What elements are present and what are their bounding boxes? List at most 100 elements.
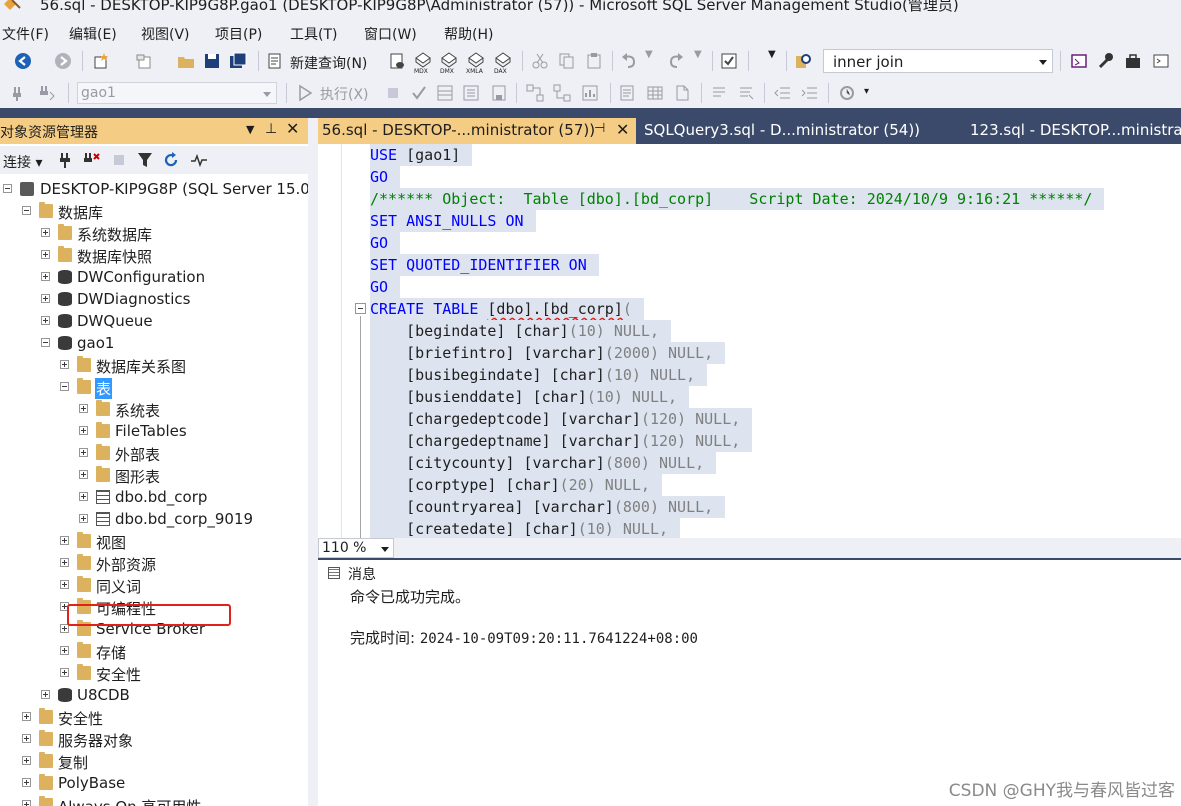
expand-icon[interactable]: [41, 272, 50, 281]
tree-node-system-tables[interactable]: 系统表: [0, 398, 308, 420]
outline-collapse-icon[interactable]: [355, 303, 366, 314]
search-combo[interactable]: inner join: [823, 49, 1053, 73]
filter-icon[interactable]: [136, 151, 154, 169]
tree-node-dwdiagnostics[interactable]: DWDiagnostics: [0, 288, 308, 310]
execute-play-icon[interactable]: [296, 84, 314, 102]
toolbar-overflow-icon[interactable]: ▾: [864, 86, 869, 97]
stop-icon[interactable]: [110, 151, 128, 169]
new-query-icon[interactable]: [266, 52, 284, 70]
uncomment-icon[interactable]: [737, 84, 755, 102]
parse-checkmark-icon[interactable]: [410, 84, 428, 102]
results-to-text-icon[interactable]: [618, 84, 636, 102]
expand-icon[interactable]: [22, 800, 31, 806]
solution-explorer-icon[interactable]: [1070, 52, 1088, 70]
tree-node-external-tables[interactable]: 外部表: [0, 442, 308, 464]
expand-icon[interactable]: [79, 448, 88, 457]
change-connection-icon[interactable]: [38, 84, 56, 102]
new-query-button[interactable]: 新建查询(N): [290, 53, 367, 73]
expand-icon[interactable]: [60, 668, 69, 677]
close-icon[interactable]: ✕: [616, 120, 629, 139]
tree-node-security[interactable]: 安全性: [0, 706, 308, 728]
expand-icon[interactable]: [41, 690, 50, 699]
forward-arrow-icon[interactable]: [54, 52, 72, 70]
tree-node-gao1[interactable]: gao1: [0, 332, 308, 354]
disconnect-icon[interactable]: [82, 151, 100, 169]
expand-icon[interactable]: [60, 360, 69, 369]
decrease-indent-icon[interactable]: [774, 84, 792, 102]
tree-node-system-databases[interactable]: 系统数据库: [0, 222, 308, 244]
chevron-down-icon[interactable]: [381, 547, 389, 552]
tree-node-database-snapshots[interactable]: 数据库快照: [0, 244, 308, 266]
tree-node-storage[interactable]: 存储: [0, 640, 308, 662]
expand-icon[interactable]: [79, 470, 88, 479]
expand-icon[interactable]: [60, 558, 69, 567]
tree-node-views[interactable]: 视图: [0, 530, 308, 552]
expand-icon[interactable]: [22, 712, 31, 721]
comment-out-icon[interactable]: [710, 84, 728, 102]
expand-icon[interactable]: [22, 778, 31, 787]
new-project-icon[interactable]: [92, 52, 110, 70]
expand-icon[interactable]: [60, 536, 69, 545]
collapse-icon[interactable]: [41, 338, 50, 347]
open-folder-icon[interactable]: [177, 52, 195, 70]
menu-project[interactable]: 项目(P): [213, 23, 264, 45]
copy-icon[interactable]: [558, 52, 576, 70]
command-window-icon[interactable]: [1152, 52, 1170, 70]
expand-icon[interactable]: [79, 404, 88, 413]
specify-template-values-icon[interactable]: [838, 84, 856, 102]
live-query-statistics-icon[interactable]: [553, 84, 571, 102]
tree-node-external-resources[interactable]: 外部资源: [0, 552, 308, 574]
include-actual-plan-icon[interactable]: [526, 84, 544, 102]
client-statistics-icon[interactable]: [581, 84, 599, 102]
connect-button[interactable]: 连接 ▾: [3, 152, 42, 172]
expand-icon[interactable]: [41, 316, 50, 325]
expand-icon[interactable]: [60, 646, 69, 655]
execute-button[interactable]: 执行(X): [320, 84, 369, 104]
undo-icon[interactable]: [620, 52, 638, 70]
pin-icon[interactable]: ⊣: [594, 121, 605, 136]
tree-node-tables[interactable]: 表: [0, 376, 308, 399]
tree-node-dwqueue[interactable]: DWQueue: [0, 310, 308, 332]
query-options-icon[interactable]: [462, 84, 480, 102]
expand-icon[interactable]: [41, 250, 50, 259]
cut-icon[interactable]: [531, 52, 549, 70]
tree-node-synonyms[interactable]: 同义词: [0, 574, 308, 596]
available-databases-combo[interactable]: gao1: [77, 82, 277, 104]
tab-56-sql[interactable]: 56.sql - DESKTOP-...ministrator (57)) ⊣ …: [318, 118, 636, 144]
tree-node-always-on[interactable]: Always On 高可用性: [0, 794, 308, 806]
tab-123-sql[interactable]: 123.sql - DESKTOP...ministrat: [966, 118, 1181, 144]
pin-icon[interactable]: ⊥: [265, 121, 277, 137]
tree-node-filetables[interactable]: FileTables: [0, 420, 308, 442]
menu-view[interactable]: 视图(V): [139, 23, 192, 45]
sql-editor[interactable]: USE [gao1] GO /****** Object: Table [dbo…: [318, 144, 1181, 538]
expand-icon[interactable]: [79, 426, 88, 435]
menu-edit[interactable]: 编辑(E): [67, 23, 119, 45]
back-arrow-icon[interactable]: [14, 52, 32, 70]
toolbox-icon[interactable]: [1124, 52, 1142, 70]
tree-node-server-objects[interactable]: 服务器对象: [0, 728, 308, 750]
tree-node-server[interactable]: DESKTOP-KIP9G8P (SQL Server 15.0.2: [0, 178, 308, 200]
tree-node-databases[interactable]: 数据库: [0, 200, 308, 222]
panel-dropdown-icon[interactable]: ▼: [246, 123, 254, 136]
database-engine-query-icon[interactable]: [388, 52, 406, 70]
expand-icon[interactable]: [41, 294, 50, 303]
redo-dropdown-icon[interactable]: ▼: [694, 49, 702, 60]
expand-icon[interactable]: [60, 580, 69, 589]
increase-indent-icon[interactable]: [801, 84, 819, 102]
find-in-files-icon[interactable]: [794, 52, 812, 70]
tree-node-dwconfiguration[interactable]: DWConfiguration: [0, 266, 308, 288]
menu-window[interactable]: 窗口(W): [362, 23, 419, 45]
activity-monitor-icon[interactable]: [190, 151, 208, 169]
tree-node-replication[interactable]: 复制: [0, 750, 308, 772]
tree-node-dbo-bd-corp[interactable]: dbo.bd_corp: [0, 486, 308, 508]
tree-node-u8cdb[interactable]: U8CDB: [0, 684, 308, 706]
refresh-icon[interactable]: [162, 151, 180, 169]
save-all-icon[interactable]: [229, 52, 247, 70]
connect-plug-icon[interactable]: [56, 151, 74, 169]
redo-icon[interactable]: [667, 52, 685, 70]
tree-node-polybase[interactable]: PolyBase: [0, 772, 308, 794]
chevron-down-icon[interactable]: [1039, 60, 1047, 65]
save-icon[interactable]: [203, 52, 221, 70]
solution-configurations-icon[interactable]: [720, 52, 738, 70]
intellisense-icon[interactable]: [490, 84, 508, 102]
